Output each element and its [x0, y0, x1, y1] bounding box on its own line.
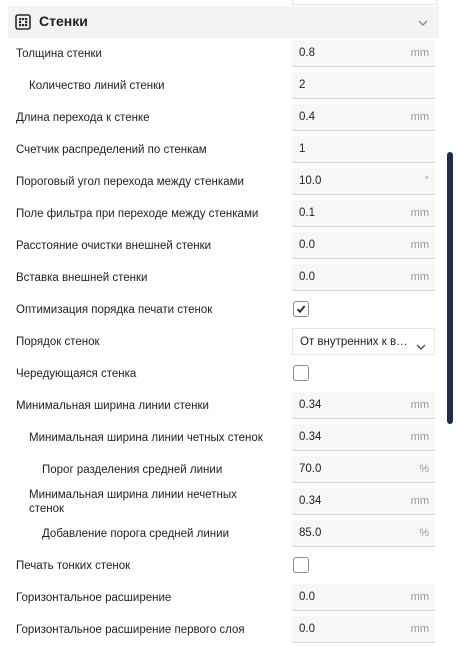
field-unit: mm — [410, 271, 429, 283]
field-value: 0.4 — [299, 111, 315, 123]
field-unit: mm — [410, 239, 429, 251]
previous-field-edge — [292, 0, 437, 5]
min-odd-wall-line-width-input[interactable]: 0.34 mm — [292, 488, 435, 515]
add-middle-line-threshold-input[interactable]: 85.0 % — [292, 520, 435, 547]
setting-row-min-odd-wall-line-width: Минимальная ширина линии нечетных стенок… — [0, 486, 446, 518]
setting-row-print-thin-walls: Печать тонких стенок — [0, 550, 446, 582]
wall-thickness-input[interactable]: 0.8 mm — [292, 40, 435, 67]
alternate-wall-checkbox[interactable] — [293, 365, 309, 381]
field-unit: mm — [410, 495, 429, 507]
print-thin-walls-checkbox[interactable] — [293, 557, 309, 573]
wall-line-count-input[interactable]: 2 — [292, 72, 435, 99]
select-value: От внутренних к внешним — [300, 336, 412, 348]
outer-wall-inset-input[interactable]: 0.0 mm — [292, 264, 435, 291]
field-unit: mm — [410, 591, 429, 603]
setting-row-wall-line-count: Количество линий стенки 2 — [0, 70, 446, 102]
setting-label: Минимальная ширина линии нечетных стенок — [29, 489, 237, 515]
setting-row-wall-order: Порядок стенок От внутренних к внешним — [0, 326, 446, 358]
vertical-scrollbar-thumb[interactable] — [447, 152, 453, 424]
section-header-walls[interactable]: Стенки — [8, 6, 439, 38]
setting-row-split-middle-line-threshold: Порог разделения средней линии 70.0 % — [0, 454, 446, 486]
field-unit: % — [419, 527, 429, 539]
section-title: Стенки — [39, 13, 88, 29]
setting-row-wall-transition-length: Длина перехода к стенке 0.4 mm — [0, 102, 446, 134]
wall-distribution-count-input[interactable]: 1 — [292, 136, 435, 163]
setting-row-outer-wall-wipe: Расстояние очистки внешней стенки 0.0 mm — [0, 230, 446, 262]
setting-label: Минимальная ширина линии стенки — [16, 400, 209, 412]
setting-row-horizontal-expansion: Горизонтальное расширение 0.0 mm — [0, 582, 446, 614]
field-unit: % — [419, 463, 429, 475]
field-unit: mm — [410, 207, 429, 219]
setting-label: Расстояние очистки внешней стенки — [16, 240, 212, 252]
wall-order-select[interactable]: От внутренних к внешним — [292, 328, 435, 355]
chevron-down-icon — [416, 338, 426, 350]
setting-label: Порог разделения средней линии — [42, 464, 223, 476]
field-unit: mm — [410, 623, 429, 635]
setting-row-wall-transition-angle: Пороговый угол перехода между стенками 1… — [0, 166, 446, 198]
setting-row-alternate-wall: Чередующаяся стенка — [0, 358, 446, 390]
field-value: 2 — [299, 79, 306, 91]
optimize-wall-order-checkbox[interactable] — [293, 301, 309, 317]
field-unit: mm — [410, 399, 429, 411]
setting-row-min-wall-line-width: Минимальная ширина линии стенки 0.34 mm — [0, 390, 446, 422]
field-value: 0.34 — [299, 399, 322, 411]
setting-row-wall-distribution-count: Счетчик распределений по стенкам 1 — [0, 134, 446, 166]
field-unit: mm — [410, 111, 429, 123]
field-unit: ° — [424, 175, 429, 187]
initial-layer-horizontal-expansion-input[interactable]: 0.0 mm — [292, 616, 435, 643]
setting-row-min-even-wall-line-width: Минимальная ширина линии четных стенок 0… — [0, 422, 446, 454]
setting-label: Длина перехода к стенке — [16, 112, 150, 124]
field-unit: mm — [410, 47, 429, 59]
field-value: 0.8 — [299, 47, 315, 59]
setting-label: Печать тонких стенок — [16, 560, 131, 572]
split-middle-line-threshold-input[interactable]: 70.0 % — [292, 456, 435, 483]
field-value: 1 — [299, 143, 306, 155]
checkmark-icon — [296, 305, 306, 314]
field-value: 70.0 — [299, 463, 322, 475]
field-value: 0.34 — [299, 431, 322, 443]
setting-label: Пороговый угол перехода между стенками — [16, 176, 244, 188]
setting-row-wall-thickness: Толщина стенки 0.8 mm — [0, 38, 446, 70]
field-unit: mm — [410, 431, 429, 443]
chevron-down-icon[interactable] — [417, 16, 429, 28]
setting-row-initial-layer-horizontal-expansion: Горизонтальное расширение первого слоя 0… — [0, 614, 446, 646]
setting-label: Минимальная ширина линии четных стенок — [29, 432, 263, 444]
field-value: 0.0 — [299, 623, 315, 635]
setting-row-wall-transition-filter: Поле фильтра при переходе между стенками… — [0, 198, 446, 230]
wall-transition-length-input[interactable]: 0.4 mm — [292, 104, 435, 131]
settings-list: Толщина стенки 0.8 mm Количество линий с… — [0, 38, 446, 646]
setting-row-outer-wall-inset: Вставка внешней стенки 0.0 mm — [0, 262, 446, 294]
setting-label: Горизонтальное расширение первого слоя — [16, 624, 245, 636]
setting-row-add-middle-line-threshold: Добавление порога средней линии 85.0 % — [0, 518, 446, 550]
setting-label: Оптимизация порядка печати стенок — [16, 304, 213, 316]
wall-transition-filter-input[interactable]: 0.1 mm — [292, 200, 435, 227]
setting-row-optimize-wall-order: Оптимизация порядка печати стенок — [0, 294, 446, 326]
field-value: 85.0 — [299, 527, 322, 539]
setting-label: Вставка внешней стенки — [16, 272, 148, 284]
field-value: 0.0 — [299, 239, 315, 251]
wall-grid-icon — [15, 14, 31, 30]
field-value: 0.0 — [299, 271, 315, 283]
setting-label: Толщина стенки — [16, 48, 102, 60]
setting-label: Добавление порога средней линии — [42, 528, 229, 540]
field-value: 0.34 — [299, 495, 322, 507]
setting-label: Поле фильтра при переходе между стенками — [16, 208, 259, 220]
setting-label: Горизонтальное расширение — [16, 592, 172, 604]
wall-transition-angle-input[interactable]: 10.0 ° — [292, 168, 435, 195]
setting-label: Количество линий стенки — [29, 80, 165, 92]
setting-label: Счетчик распределений по стенкам — [16, 144, 207, 156]
field-value: 0.1 — [299, 207, 315, 219]
setting-label: Порядок стенок — [16, 336, 100, 348]
field-value: 10.0 — [299, 175, 322, 187]
outer-wall-wipe-input[interactable]: 0.0 mm — [292, 232, 435, 259]
min-wall-line-width-input[interactable]: 0.34 mm — [292, 392, 435, 419]
horizontal-expansion-input[interactable]: 0.0 mm — [292, 584, 435, 611]
field-value: 0.0 — [299, 591, 315, 603]
min-even-wall-line-width-input[interactable]: 0.34 mm — [292, 424, 435, 451]
setting-label: Чередующаяся стенка — [16, 368, 137, 380]
